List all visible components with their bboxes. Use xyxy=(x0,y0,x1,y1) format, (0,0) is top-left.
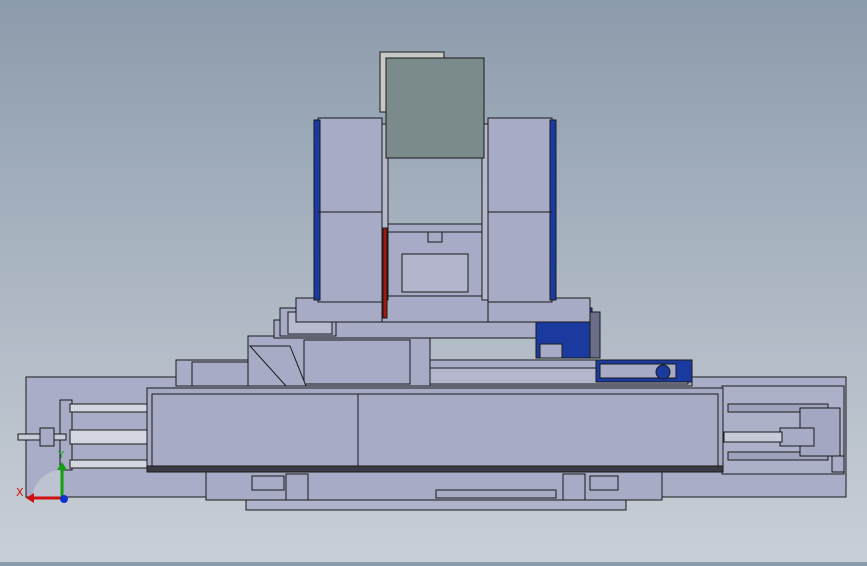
triad-y-label: Y xyxy=(57,450,65,461)
right-column xyxy=(487,117,553,303)
red-limit-bar xyxy=(382,227,388,319)
left-rod-upper xyxy=(69,403,151,413)
headstock-block xyxy=(385,57,485,159)
right-rod-end xyxy=(831,455,845,473)
right-motor-face xyxy=(539,343,563,359)
left-column xyxy=(317,117,383,303)
main-table-panel-right xyxy=(357,393,719,467)
machine-assembly-drawing[interactable]: X Y xyxy=(0,0,867,562)
saddle-block-right xyxy=(562,473,586,501)
right-screw xyxy=(723,431,783,443)
carriage-knob xyxy=(655,364,671,380)
bottom-plate xyxy=(245,499,627,511)
middle-housing-inner xyxy=(303,339,411,385)
saddle-strip xyxy=(435,489,557,499)
main-table-panel-left xyxy=(151,393,359,467)
left-rod-lower xyxy=(69,459,151,469)
saddle-block-left xyxy=(285,473,309,501)
cad-viewport[interactable]: X Y xyxy=(0,0,867,562)
right-motor-side xyxy=(589,311,601,359)
left-rod-middle xyxy=(69,429,151,445)
left-column-stripe xyxy=(313,119,321,301)
right-column-stripe xyxy=(549,119,557,301)
right-nut xyxy=(779,427,815,447)
triad-z-dot-icon xyxy=(60,495,68,503)
column-window xyxy=(401,253,469,293)
triad-x-label: X xyxy=(16,486,24,499)
column-window-tab xyxy=(427,231,443,243)
left-screw-collar xyxy=(39,427,55,447)
main-table-shadow xyxy=(146,465,724,473)
saddle-pad-right xyxy=(589,475,619,491)
saddle-pad-left xyxy=(251,475,285,491)
